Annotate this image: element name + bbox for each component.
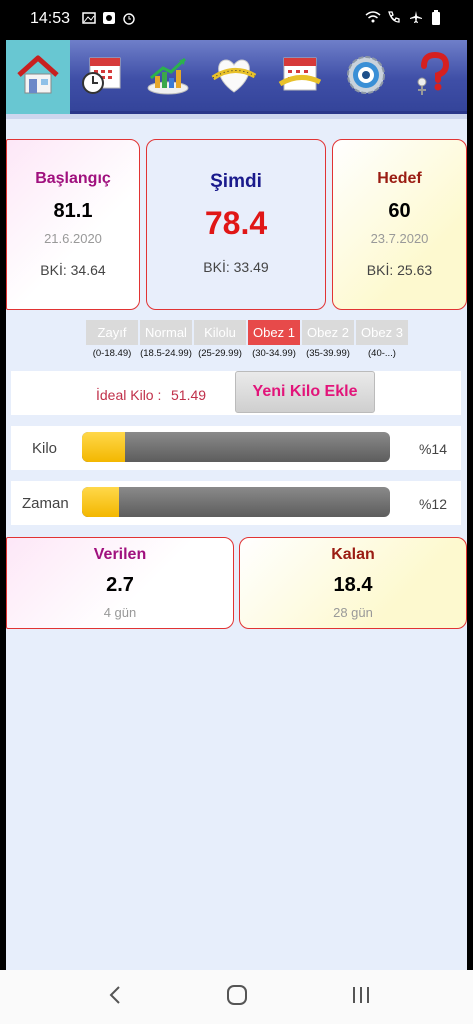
toolbar-home-button[interactable]	[6, 40, 70, 114]
toolbar-settings-button[interactable]	[334, 40, 398, 114]
start-date: 21.6.2020	[44, 231, 102, 246]
settings-icon	[344, 53, 388, 102]
toolbar-divider	[6, 114, 467, 119]
status-bar: 14:53	[0, 0, 473, 40]
range-zayif: (0-18.49)	[92, 348, 132, 359]
time-progress-panel: Zaman %12	[11, 481, 461, 525]
navigation-bar	[0, 970, 473, 1024]
current-card: Şimdi 78.4 BKİ: 33.49	[146, 139, 326, 310]
time-progress-percent: %12	[418, 496, 447, 512]
remaining-days: 28 gün	[333, 605, 373, 620]
given-value: 2.7	[106, 574, 134, 596]
call-icon	[387, 10, 401, 24]
category-kilolu: Kilolu	[194, 320, 246, 345]
bmi-category-row: Zayıf Normal Kilolu Obez 1 Obez 2 Obez 3	[86, 320, 408, 345]
range-obez-3: (40-...)	[368, 348, 396, 359]
goal-date: 23.7.2020	[370, 231, 429, 246]
toolbar-weight-button[interactable]	[202, 40, 266, 114]
category-normal: Normal	[140, 320, 192, 345]
start-card: Başlangıç 81.1 21.6.2020 BKİ: 34.64	[6, 139, 140, 310]
back-icon	[108, 985, 122, 1010]
category-obez-1: Obez 1	[248, 320, 300, 345]
airplane-icon	[409, 10, 423, 24]
home-icon	[15, 53, 61, 102]
wifi-icon	[365, 10, 381, 24]
status-time: 14:53	[30, 10, 71, 27]
help-icon	[410, 51, 454, 103]
home-nav-button[interactable]	[217, 982, 257, 1012]
toolbar-history-button[interactable]	[70, 40, 134, 114]
time-progress-bar	[82, 487, 390, 517]
media-icon	[102, 11, 116, 25]
back-button[interactable]	[95, 982, 135, 1012]
app-screen: Başlangıç 81.1 21.6.2020 BKİ: 34.64 Şimd…	[6, 40, 467, 970]
battery-icon	[431, 10, 445, 25]
add-weight-button[interactable]: Yeni Kilo Ekle	[235, 371, 375, 413]
range-normal: (18.5-24.99)	[140, 348, 192, 359]
time-progress-label: Zaman	[22, 495, 69, 512]
given-days: 4 gün	[103, 605, 137, 620]
weight-progress-label: Kilo	[32, 440, 58, 457]
top-toolbar	[6, 40, 467, 114]
current-bmi: BKİ: 33.49	[203, 259, 269, 275]
current-title: Şimdi	[210, 171, 262, 192]
calendar-clock-icon	[80, 54, 124, 101]
weight-progress-bar	[82, 432, 390, 462]
category-obez-2: Obez 2	[302, 320, 354, 345]
start-title: Başlangıç	[35, 170, 111, 187]
current-weight: 78.4	[204, 205, 268, 241]
toolbar-chart-button[interactable]	[136, 40, 200, 114]
recents-button[interactable]	[341, 982, 381, 1012]
weight-progress-fill	[82, 432, 126, 462]
given-title: Verilen	[93, 546, 147, 563]
remaining-card: Kalan 18.4 28 gün	[239, 537, 467, 629]
range-obez-2: (35-39.99)	[306, 348, 350, 359]
ideal-weight-label: İdeal Kilo :	[96, 387, 162, 403]
time-progress-fill	[82, 487, 119, 517]
image-icon	[82, 11, 96, 25]
ideal-weight-panel: İdeal Kilo : 51.49 Yeni Kilo Ekle	[11, 371, 461, 415]
ideal-weight-value: 51.49	[171, 387, 207, 403]
start-bmi: BKİ: 34.64	[40, 262, 106, 278]
given-card: Verilen 2.7 4 gün	[6, 537, 234, 629]
goal-bmi: BKİ: 25.63	[366, 262, 433, 278]
category-zayif: Zayıf	[86, 320, 138, 345]
toolbar-help-button[interactable]	[400, 40, 464, 114]
alarm-icon	[122, 11, 136, 25]
weight-heart-icon	[210, 54, 258, 101]
home-nav-icon	[226, 984, 248, 1011]
chart-icon	[145, 54, 191, 101]
toolbar-calendar-button[interactable]	[268, 40, 332, 114]
recents-icon	[351, 986, 371, 1009]
calendar-tape-icon	[278, 54, 322, 101]
start-weight: 81.1	[53, 200, 93, 222]
goal-weight: 60	[388, 200, 411, 222]
weight-progress-panel: Kilo %14	[11, 426, 461, 470]
remaining-title: Kalan	[331, 546, 375, 563]
range-kilolu: (25-29.99)	[198, 348, 242, 359]
weight-progress-percent: %14	[418, 441, 447, 457]
remaining-value: 18.4	[333, 574, 373, 596]
goal-card: Hedef 60 23.7.2020 BKİ: 25.63	[332, 139, 467, 310]
goal-title: Hedef	[377, 170, 422, 187]
range-obez-1: (30-34.99)	[252, 348, 296, 359]
bmi-range-row: (0-18.49) (18.5-24.99) (25-29.99) (30-34…	[86, 348, 408, 359]
category-obez-3: Obez 3	[356, 320, 408, 345]
